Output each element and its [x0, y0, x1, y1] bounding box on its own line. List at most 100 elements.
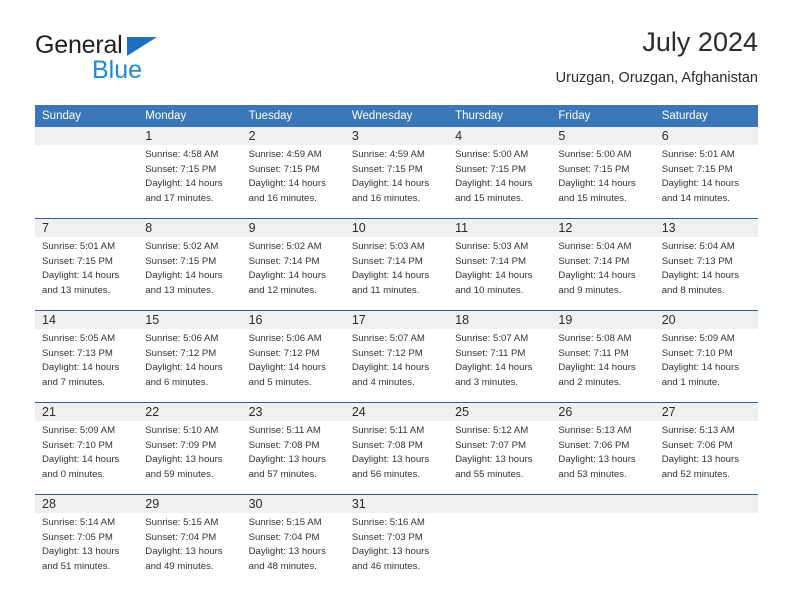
day-cell[interactable]: Sunrise: 5:06 AM Sunset: 7:12 PM Dayligh…: [138, 329, 242, 401]
day-cell[interactable]: Sunrise: 5:00 AM Sunset: 7:15 PM Dayligh…: [448, 145, 552, 217]
day-cell[interactable]: Sunrise: 5:09 AM Sunset: 7:10 PM Dayligh…: [35, 421, 139, 493]
day-cell[interactable]: Sunrise: 5:01 AM Sunset: 7:15 PM Dayligh…: [35, 237, 139, 309]
day-cell[interactable]: Sunrise: 5:13 AM Sunset: 7:06 PM Dayligh…: [654, 421, 758, 493]
day-cell[interactable]: Sunrise: 5:15 AM Sunset: 7:04 PM Dayligh…: [241, 513, 345, 585]
day-cell[interactable]: Sunrise: 4:59 AM Sunset: 7:15 PM Dayligh…: [344, 145, 449, 217]
day-cell[interactable]: Sunrise: 5:01 AM Sunset: 7:15 PM Dayligh…: [654, 145, 758, 217]
day-number[interactable]: 29: [138, 495, 242, 513]
day-cell[interactable]: Sunrise: 5:10 AM Sunset: 7:09 PM Dayligh…: [138, 421, 242, 493]
day-number[interactable]: 2: [241, 127, 345, 145]
day-number[interactable]: 28: [35, 495, 139, 513]
daylight-text-line2: and 16 minutes.: [351, 192, 421, 204]
day-cell[interactable]: Sunrise: 5:16 AM Sunset: 7:03 PM Dayligh…: [344, 513, 449, 585]
sunset-text: Sunset: 7:14 PM: [351, 255, 423, 267]
day-number[interactable]: 21: [35, 403, 139, 421]
sunset-text: Sunset: 7:08 PM: [351, 439, 423, 451]
day-cell[interactable]: Sunrise: 5:00 AM Sunset: 7:15 PM Dayligh…: [551, 145, 655, 217]
page-header: General Blue July 2024 Uruzgan, Oruzgan,…: [35, 26, 758, 98]
daylight-text-line2: and 51 minutes.: [42, 560, 111, 572]
day-cell[interactable]: Sunrise: 5:02 AM Sunset: 7:15 PM Dayligh…: [138, 237, 242, 309]
day-cell[interactable]: Sunrise: 5:03 AM Sunset: 7:14 PM Dayligh…: [448, 237, 552, 309]
page-title: July 2024: [642, 27, 758, 57]
day-number[interactable]: 19: [551, 311, 655, 329]
day-number[interactable]: 30: [241, 495, 345, 513]
day-cell[interactable]: Sunrise: 5:02 AM Sunset: 7:14 PM Dayligh…: [241, 237, 345, 309]
day-cell[interactable]: Sunrise: 4:58 AM Sunset: 7:15 PM Dayligh…: [138, 145, 242, 217]
day-cell[interactable]: Sunrise: 5:13 AM Sunset: 7:06 PM Dayligh…: [551, 421, 655, 493]
daylight-text-line2: and 46 minutes.: [351, 560, 421, 572]
day-number[interactable]: 11: [448, 219, 552, 237]
daylight-text-line2: and 59 minutes.: [145, 468, 214, 480]
day-number[interactable]: 16: [241, 311, 345, 329]
sunset-text: Sunset: 7:06 PM: [558, 439, 630, 451]
day-number[interactable]: 31: [344, 495, 449, 513]
daylight-text-line1: Daylight: 13 hours: [661, 454, 740, 466]
sunset-text: Sunset: 7:05 PM: [42, 531, 113, 543]
day-cell[interactable]: Sunrise: 5:09 AM Sunset: 7:10 PM Dayligh…: [654, 329, 758, 401]
day-cell[interactable]: Sunrise: 5:05 AM Sunset: 7:13 PM Dayligh…: [35, 329, 139, 401]
sunset-text: Sunset: 7:03 PM: [351, 531, 423, 543]
day-number[interactable]: 17: [344, 311, 449, 329]
day-cell[interactable]: Sunrise: 5:04 AM Sunset: 7:14 PM Dayligh…: [551, 237, 655, 309]
day-number[interactable]: 25: [448, 403, 552, 421]
day-cell[interactable]: Sunrise: 5:12 AM Sunset: 7:07 PM Dayligh…: [448, 421, 552, 493]
sunrise-text: Sunrise: 5:07 AM: [455, 333, 529, 344]
sunrise-text: Sunrise: 4:59 AM: [351, 149, 425, 160]
day-number[interactable]: 20: [654, 311, 758, 329]
day-number[interactable]: 13: [654, 219, 758, 237]
day-cell[interactable]: Sunrise: 5:04 AM Sunset: 7:13 PM Dayligh…: [654, 237, 758, 309]
daylight-text-line1: Daylight: 14 hours: [455, 362, 533, 374]
day-number[interactable]: [35, 127, 139, 145]
sunset-text: Sunset: 7:15 PM: [455, 163, 527, 175]
day-number[interactable]: 3: [344, 127, 449, 145]
day-number[interactable]: 12: [551, 219, 655, 237]
day-number[interactable]: 27: [654, 403, 758, 421]
day-number[interactable]: 23: [241, 403, 345, 421]
day-number[interactable]: 5: [551, 127, 655, 145]
title-block: July 2024 Uruzgan, Oruzgan, Afghanistan: [556, 26, 758, 88]
day-number[interactable]: 15: [138, 311, 242, 329]
daylight-text-line1: Daylight: 14 hours: [455, 178, 533, 190]
day-cell[interactable]: Sunrise: 5:07 AM Sunset: 7:12 PM Dayligh…: [344, 329, 449, 401]
day-number[interactable]: 14: [35, 311, 139, 329]
sunrise-text: Sunrise: 5:02 AM: [248, 241, 322, 252]
day-cell[interactable]: Sunrise: 5:07 AM Sunset: 7:11 PM Dayligh…: [448, 329, 552, 401]
day-number[interactable]: 24: [344, 403, 449, 421]
day-number[interactable]: [551, 495, 655, 513]
day-cell[interactable]: Sunrise: 5:11 AM Sunset: 7:08 PM Dayligh…: [241, 421, 345, 493]
day-number[interactable]: [448, 495, 552, 513]
weekday-header-saturday: Saturday: [654, 105, 758, 127]
day-number[interactable]: 22: [138, 403, 242, 421]
daylight-text-line2: and 7 minutes.: [42, 376, 105, 388]
day-cell[interactable]: Sunrise: 5:06 AM Sunset: 7:12 PM Dayligh…: [241, 329, 345, 401]
sunrise-text: Sunrise: 5:06 AM: [145, 333, 219, 344]
day-number[interactable]: [654, 495, 758, 513]
daylight-text-line1: Daylight: 13 hours: [145, 454, 223, 466]
day-cell[interactable]: Sunrise: 5:14 AM Sunset: 7:05 PM Dayligh…: [35, 513, 139, 585]
day-cell[interactable]: Sunrise: 5:08 AM Sunset: 7:11 PM Dayligh…: [551, 329, 655, 401]
day-number[interactable]: 10: [344, 219, 449, 237]
day-cell[interactable]: [551, 513, 655, 585]
day-number[interactable]: 9: [241, 219, 345, 237]
sunrise-text: Sunrise: 5:09 AM: [42, 425, 116, 436]
sunset-text: Sunset: 7:04 PM: [145, 531, 217, 543]
day-number[interactable]: 8: [138, 219, 242, 237]
day-number[interactable]: 6: [654, 127, 758, 145]
day-number[interactable]: 26: [551, 403, 655, 421]
day-cell[interactable]: Sunrise: 5:15 AM Sunset: 7:04 PM Dayligh…: [138, 513, 242, 585]
day-cell[interactable]: [448, 513, 552, 585]
daylight-text-line1: Daylight: 14 hours: [42, 454, 120, 466]
day-number[interactable]: 18: [448, 311, 552, 329]
day-number[interactable]: 1: [138, 127, 242, 145]
day-cell[interactable]: [35, 145, 139, 217]
sunset-text: Sunset: 7:08 PM: [248, 439, 320, 451]
day-cell[interactable]: [654, 513, 758, 585]
daylight-text-line1: Daylight: 14 hours: [145, 270, 223, 282]
daylight-text-line2: and 14 minutes.: [661, 192, 730, 204]
day-number[interactable]: 7: [35, 219, 139, 237]
day-number[interactable]: 4: [448, 127, 552, 145]
day-cell[interactable]: Sunrise: 5:11 AM Sunset: 7:08 PM Dayligh…: [344, 421, 449, 493]
day-cell[interactable]: Sunrise: 5:03 AM Sunset: 7:14 PM Dayligh…: [344, 237, 449, 309]
day-cell[interactable]: Sunrise: 4:59 AM Sunset: 7:15 PM Dayligh…: [241, 145, 345, 217]
sunrise-text: Sunrise: 5:04 AM: [661, 241, 735, 252]
